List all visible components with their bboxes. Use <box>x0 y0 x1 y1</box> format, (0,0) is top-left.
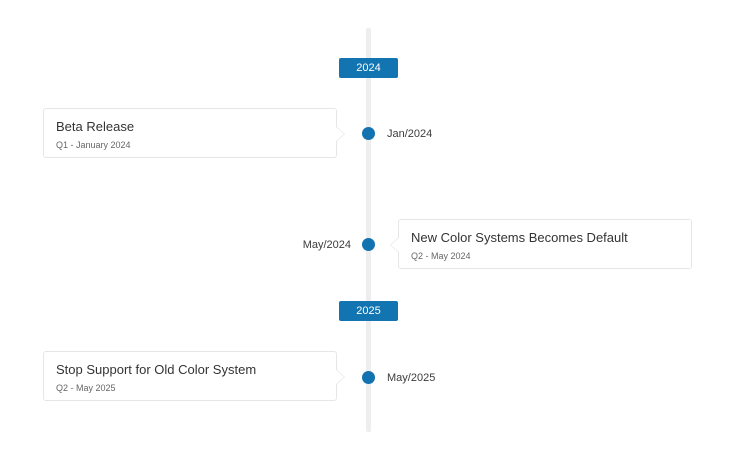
event-date-label: Jan/2024 <box>387 128 433 140</box>
timeline-event-card-stop-support[interactable]: Stop Support for Old Color System Q2 - M… <box>43 351 345 401</box>
event-title: New Color Systems Becomes Default <box>411 230 628 245</box>
timeline-event-card-beta-release[interactable]: Beta Release Q1 - January 2024 <box>43 108 345 158</box>
event-subtitle: Q1 - January 2024 <box>56 140 131 150</box>
year-badge-2025: 2025 <box>339 301 398 321</box>
event-title: Stop Support for Old Color System <box>56 362 257 377</box>
year-badge-2024: 2024 <box>339 58 398 78</box>
timeline-marker-dot[interactable] <box>362 127 375 140</box>
timeline-event-card-new-color-systems[interactable]: New Color Systems Becomes Default Q2 - M… <box>390 219 692 269</box>
event-date-label: May/2025 <box>387 372 436 384</box>
event-date-label: May/2024 <box>302 239 351 251</box>
timeline: 2024 2025 Beta Release Q1 - January 2024… <box>0 0 751 459</box>
event-subtitle: Q2 - May 2024 <box>411 251 471 261</box>
timeline-marker-dot[interactable] <box>362 238 375 251</box>
event-title: Beta Release <box>56 119 135 134</box>
timeline-marker-dot[interactable] <box>362 371 375 384</box>
event-subtitle: Q2 - May 2025 <box>56 383 116 393</box>
